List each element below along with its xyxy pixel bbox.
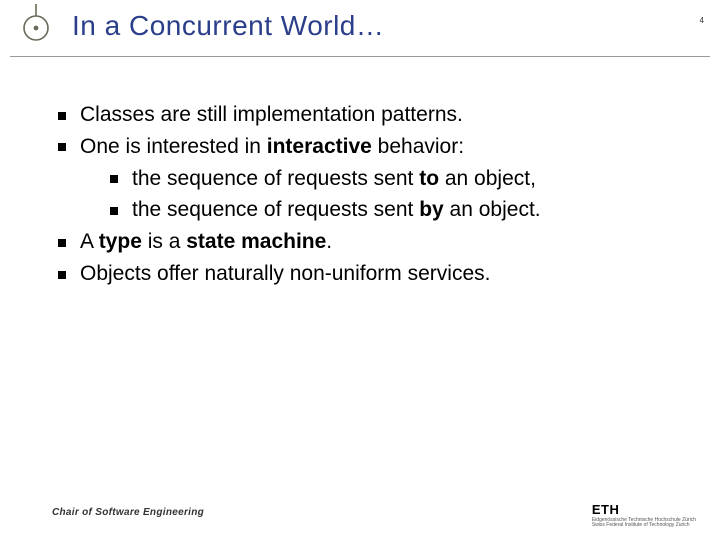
bullet-text-bold: by — [419, 198, 444, 221]
bullet-text-part: is a — [142, 230, 186, 253]
bullet-text-part: the sequence of requests sent — [132, 167, 419, 190]
bullet-text: Objects offer naturally non-uniform serv… — [80, 262, 490, 285]
eth-logo-text: ETH — [592, 502, 620, 517]
bullet-text-bold: to — [419, 167, 439, 190]
list-item: One is interested in interactive behavio… — [58, 132, 680, 225]
body-content: Classes are still implementation pattern… — [58, 100, 680, 291]
eth-subtitle: Swiss Federal Institute of Technology Zu… — [592, 523, 696, 528]
bullet-text-bold: interactive — [267, 135, 372, 158]
list-item: Classes are still implementation pattern… — [58, 100, 680, 130]
logo-icon — [16, 4, 56, 44]
bullet-text-part: the sequence of requests sent — [132, 198, 419, 221]
bullet-text-part: an object, — [439, 167, 536, 190]
bullet-text-bold: type — [99, 230, 142, 253]
bullet-text-part: A — [80, 230, 99, 253]
sub-bullet-list: the sequence of requests sent to an obje… — [80, 164, 680, 226]
bullet-text: Classes are still implementation pattern… — [80, 103, 463, 126]
slide-title: In a Concurrent World… — [72, 10, 384, 42]
header: In a Concurrent World… 4 — [10, 0, 710, 57]
list-item: A type is a state machine. — [58, 227, 680, 257]
bullet-text-part: . — [326, 230, 332, 253]
footer-chair: Chair of Software Engineering — [52, 507, 204, 518]
list-item: the sequence of requests sent by an obje… — [110, 195, 680, 225]
list-item: Objects offer naturally non-uniform serv… — [58, 259, 680, 289]
page-number: 4 — [700, 16, 704, 25]
footer-logo: ETH Eidgenössische Technische Hochschule… — [592, 502, 696, 528]
bullet-text-part: One is interested in — [80, 135, 267, 158]
list-item: the sequence of requests sent to an obje… — [110, 164, 680, 194]
bullet-list: Classes are still implementation pattern… — [58, 100, 680, 289]
bullet-text-bold: state machine — [186, 230, 326, 253]
bullet-text-part: an object. — [444, 198, 541, 221]
bullet-text-part: behavior: — [372, 135, 464, 158]
slide: In a Concurrent World… 4 Classes are sti… — [0, 0, 720, 540]
